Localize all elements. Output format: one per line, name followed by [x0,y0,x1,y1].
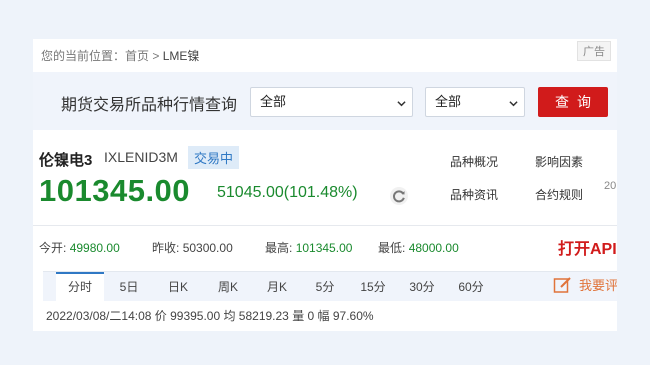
status-badge: 交易中 [188,146,240,169]
tab-daily-k[interactable]: 日K [164,272,192,302]
chevron-down-icon [509,101,518,107]
tab-intraday[interactable]: 分时 [56,272,104,302]
stat-low-label: 最低: [378,241,406,255]
price-change: 51045.00(101.48%) [217,184,358,201]
tab-weekly-k[interactable]: 周K [212,272,244,302]
stat-low: 最低: 48000.00 [378,239,459,256]
stat-high: 最高: 101345.00 [265,239,352,256]
tab-5min[interactable]: 5分 [310,272,340,302]
feedback-link[interactable]: 我要评 [553,275,617,294]
tab-5day[interactable]: 5日 [115,272,143,302]
chart-tabs: 分时 5日 日K 周K 月K 5分 15分 30分 60分 [43,271,617,302]
tab-monthly-k[interactable]: 月K [262,272,292,302]
tab-30min[interactable]: 30分 [405,272,439,302]
cutoff-text: 20 [604,180,617,192]
query-button[interactable]: 查询 [538,87,608,117]
link-contract-rules[interactable]: 合约规则 [535,186,583,203]
breadcrumb-current: LME镍 [162,49,200,63]
feedback-label: 我要评 [579,278,617,293]
stat-high-label: 最高: [265,241,293,255]
tab-15min[interactable]: 15分 [356,272,390,302]
stat-prev-close: 昨收: 50300.00 [152,239,233,256]
query-title: 期货交易所品种行情查询 [61,97,238,114]
stat-prev-close-value: 50300.00 [182,241,233,255]
edit-icon [553,277,571,293]
ad-tag: 广告 [577,41,611,61]
stat-open-label: 今开: [39,241,67,255]
open-api-link[interactable]: 打开API [558,235,617,259]
stat-high-value: 101345.00 [295,241,353,255]
quote-info-line: 2022/03/08/二14:08 价 99395.00 均 58219.23 … [46,309,374,323]
stat-open-value: 49980.00 [69,241,120,255]
stat-open: 今开: 49980.00 [39,239,120,256]
exchange-select-value: 全部 [260,94,287,109]
quote-panel: 您的当前位置：首页 > LME镍 广告 期货交易所品种行情查询 全部 全部 查询… [33,39,617,331]
product-name: 伦镍电3 [39,152,93,169]
product-code: IXLENID3M [104,149,178,165]
divider [33,225,617,226]
product-select-value: 全部 [435,94,462,109]
exchange-select[interactable]: 全部 [250,87,413,117]
chevron-down-icon [397,101,406,107]
link-product-overview[interactable]: 品种概况 [450,153,498,170]
breadcrumb: 您的当前位置：首页 > LME镍 [41,47,199,64]
product-select[interactable]: 全部 [425,87,525,117]
link-influencing-factors[interactable]: 影响因素 [535,153,583,170]
tab-60min[interactable]: 60分 [454,272,488,302]
query-bar: 期货交易所品种行情查询 全部 全部 查询 [33,72,617,130]
link-product-news[interactable]: 品种资讯 [450,186,498,203]
stat-prev-close-label: 昨收: [152,241,180,255]
refresh-icon[interactable] [389,186,409,206]
breadcrumb-path[interactable]: 您的当前位置：首页 > [41,49,163,63]
stat-low-value: 48000.00 [408,241,459,255]
current-price: 101345.00 [39,173,191,208]
